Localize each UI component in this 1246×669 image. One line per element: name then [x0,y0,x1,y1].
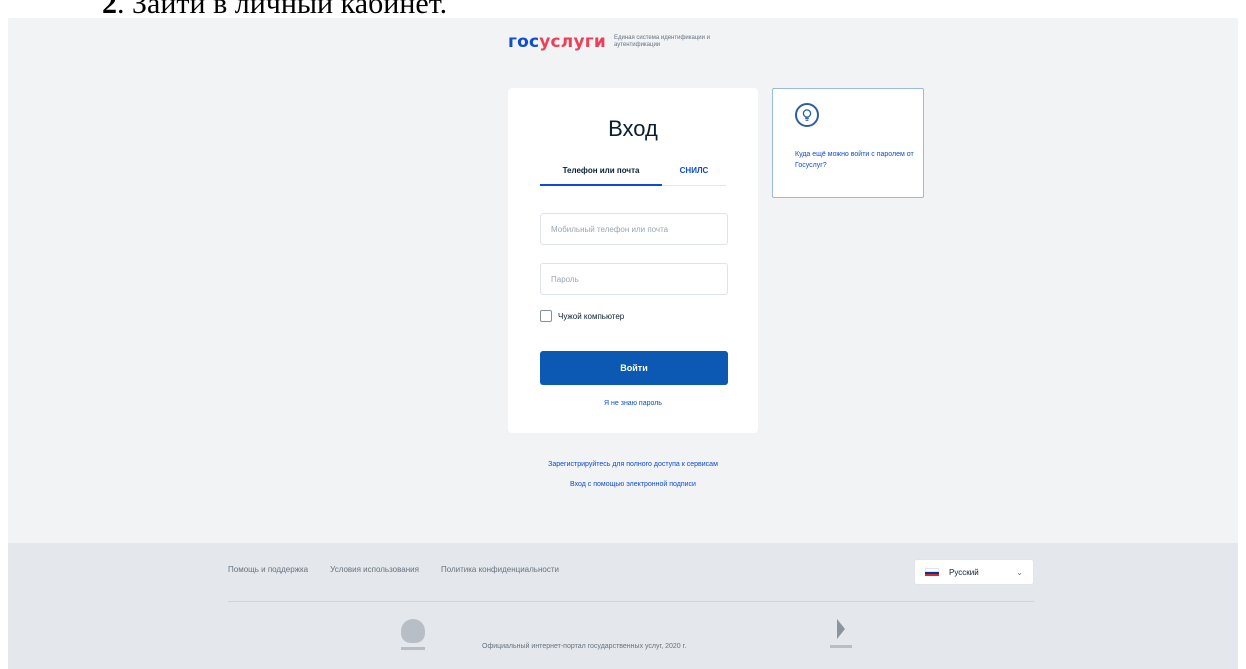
footer-copyright: Официальный интернет-портал государствен… [482,643,687,650]
login-title: Вход [608,116,658,141]
password-input[interactable] [541,264,727,294]
russia-flag-icon [925,567,939,577]
foreign-computer-checkbox[interactable] [540,310,552,322]
step-text: . Зайти в личный кабинет. [117,0,448,20]
coat-of-arms-icon[interactable] [398,619,428,655]
footer-divider [228,601,1034,602]
footer-link-privacy[interactable]: Политика конфиденциальности [441,565,559,574]
emblem-glyph [401,619,425,643]
password-field [540,263,728,295]
ministry-logo-glyph [837,619,845,639]
step-number: 2 [102,0,117,20]
lightbulb-icon [795,103,819,127]
e-signature-login-link[interactable]: Вход с помощью электронной подписи [508,475,758,495]
lightbulb-icon-glyph [802,109,812,121]
login-field [540,213,728,245]
register-link[interactable]: Зарегистрируйтесь для полного доступа к … [508,455,758,475]
extra-links: Зарегистрируйтесь для полного доступа к … [508,455,758,495]
logo-gos: гос [508,32,540,52]
footer-link-help[interactable]: Помощь и поддержка [228,565,308,574]
login-card: Вход Телефон или почта СНИЛС Чужой компь… [508,88,758,433]
forgot-password-link[interactable]: Я не знаю пароль [508,400,758,407]
login-tabs: Телефон или почта СНИЛС [540,166,726,186]
logo-wordmark: госуслуги [508,32,606,52]
language-label: Русский [949,567,979,577]
footer-links: Помощь и поддержка Условия использования… [228,565,581,574]
login-page: госуслуги Единая система идентификации и… [8,18,1238,669]
footer-link-terms[interactable]: Условия использования [330,565,419,574]
ministry-caption-mark [830,645,852,648]
tab-phone-or-email[interactable]: Телефон или почта [540,166,662,186]
where-else-login-card[interactable]: Куда ещё можно войти с паролем от Госусл… [772,88,924,198]
emblem-caption-mark [401,647,425,650]
foreign-computer-row[interactable]: Чужой компьютер [540,310,624,322]
logo-uslugi: услуги [539,32,606,52]
language-select[interactable]: Русский ⌄ [914,559,1034,585]
flag-stripe-red [925,574,939,577]
foreign-computer-label[interactable]: Чужой компьютер [558,312,624,321]
login-input[interactable] [541,214,727,244]
login-button[interactable]: Войти [540,351,728,385]
gosuslugi-logo[interactable]: госуслуги Единая система идентификации и… [508,32,754,52]
footer: Помощь и поддержка Условия использования… [8,543,1238,669]
ministry-logo-icon[interactable] [826,619,856,659]
chevron-down-icon: ⌄ [1016,567,1023,577]
logo-subtitle: Единая система идентификации и аутентифи… [613,35,710,48]
where-else-login-link[interactable]: Куда ещё можно войти с паролем от Госусл… [795,149,915,171]
tab-snils[interactable]: СНИЛС [662,166,726,186]
